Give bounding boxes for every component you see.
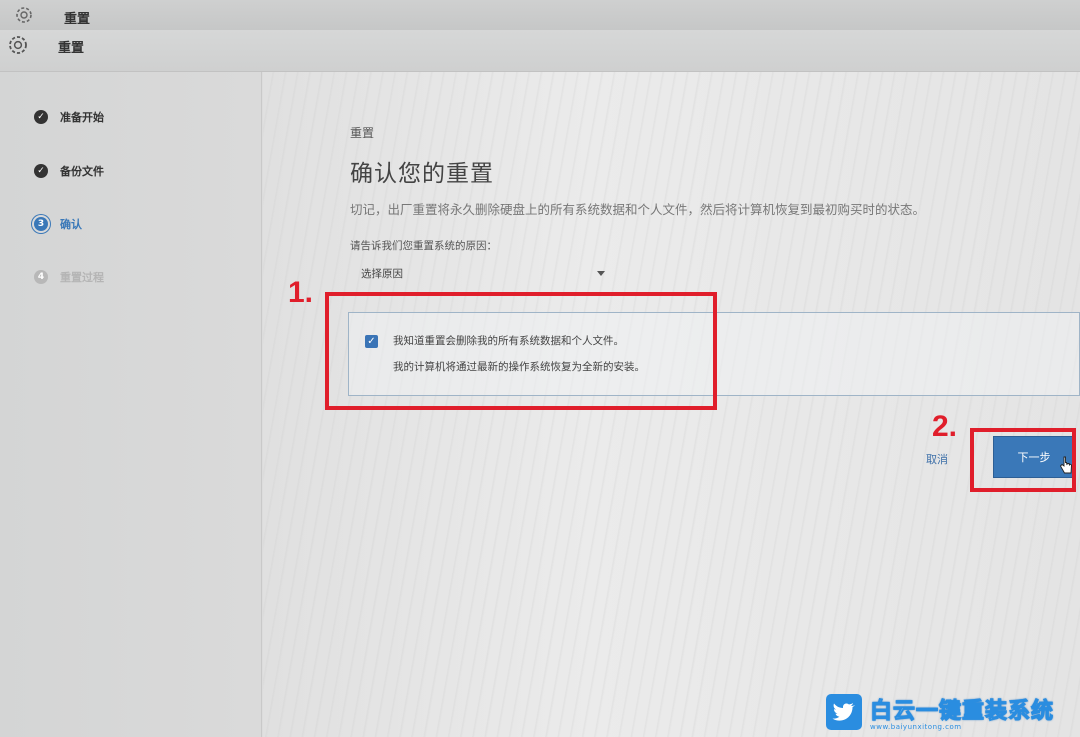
window-title: 重置	[58, 41, 85, 56]
check-circle-icon: ✓	[34, 110, 48, 124]
page-title: 确认您的重置	[350, 161, 494, 187]
watermark-text: 白云一键重装系统 www.baiyunxitong.com	[869, 693, 1055, 732]
next-button-label: 下一步	[1017, 451, 1051, 464]
step-label: 备份文件	[60, 165, 104, 178]
acknowledge-panel: ✓ 我知道重置会删除我的所有系统数据和个人文件。 我的计算机将通过最新的操作系统…	[348, 312, 1080, 396]
watermark-url: www.baiyunxitong.com	[870, 723, 962, 731]
main-content: 重置 确认您的重置 切记，出厂重置将永久删除硬盘上的所有系统数据和个人文件，然后…	[263, 72, 1080, 737]
step-label: 确认	[60, 218, 82, 231]
acknowledge-line-1: 我知道重置会删除我的所有系统数据和个人文件。	[393, 335, 624, 347]
acknowledge-line-2: 我的计算机将通过最新的操作系统恢复为全新的安装。	[393, 361, 645, 373]
reason-select-value: 选择原因	[361, 267, 403, 280]
step-number-icon: 3	[34, 217, 48, 231]
step-label: 准备开始	[60, 111, 104, 124]
sidebar-step-confirm[interactable]: 3 确认	[34, 214, 82, 234]
step-label: 重置过程	[60, 271, 104, 284]
watermark-title: 白云一键重装系统	[869, 699, 1055, 725]
steps-sidebar: ✓ 准备开始 ✓ 备份文件 3 确认 4 重置过程	[0, 72, 262, 737]
reason-label: 请告诉我们您重置系统的原因：	[350, 240, 497, 252]
gear-icon	[9, 36, 27, 54]
hand-cursor-icon	[1059, 456, 1072, 474]
watermark: 白云一键重装系统 www.baiyunxitong.com	[826, 692, 1076, 732]
cancel-button[interactable]: 取消	[926, 451, 948, 467]
warning-text: 切记，出厂重置将永久删除硬盘上的所有系统数据和个人文件，然后将计算机恢复到最初购…	[350, 202, 926, 217]
sidebar-step-prepare[interactable]: ✓ 准备开始	[34, 107, 104, 127]
annotation-number-2: 2.	[932, 410, 958, 443]
step-number-icon: 4	[34, 270, 48, 284]
background-window-title: 重置	[64, 12, 91, 27]
gear-icon	[16, 7, 32, 23]
bird-logo-icon	[826, 694, 862, 730]
sidebar-step-reset-process: 4 重置过程	[34, 267, 104, 287]
check-circle-icon: ✓	[34, 164, 48, 178]
reason-select[interactable]: 选择原因	[361, 262, 607, 284]
acknowledge-checkbox[interactable]: ✓	[365, 335, 378, 348]
chevron-down-icon	[597, 270, 605, 276]
annotation-number-1: 1.	[288, 276, 314, 309]
background-window-titlebar: 重置	[0, 0, 1080, 30]
window-titlebar: 重置	[0, 30, 1080, 72]
sidebar-step-backup[interactable]: ✓ 备份文件	[34, 161, 104, 181]
breadcrumb: 重置	[350, 126, 375, 140]
